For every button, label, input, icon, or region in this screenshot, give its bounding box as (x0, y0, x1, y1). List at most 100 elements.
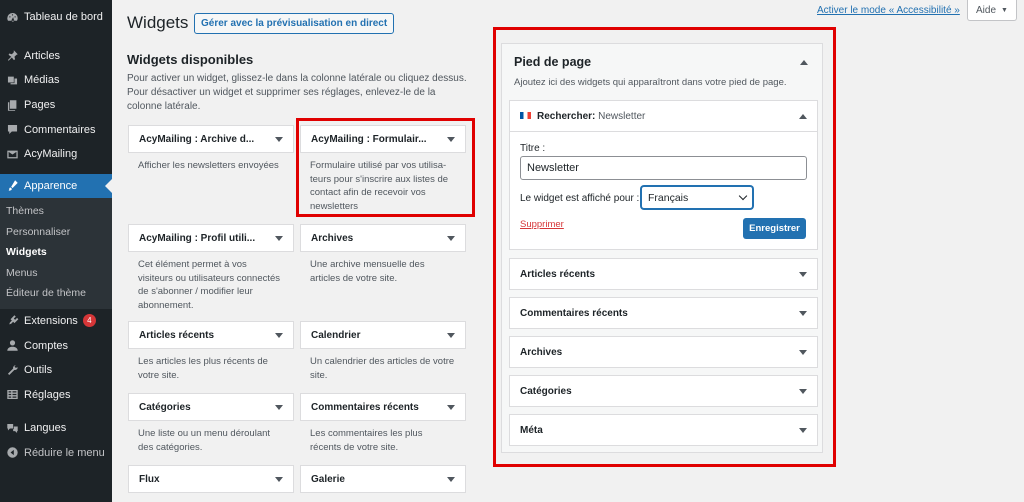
submenu-item-themes[interactable]: Thèmes (0, 201, 112, 222)
triangle-down-icon (447, 332, 455, 338)
sidebar-item-label: Outils (24, 364, 53, 377)
sidebar-item-apparence[interactable]: Apparence (0, 173, 112, 199)
widget-tile-header[interactable]: Flux (128, 465, 294, 493)
submenu-item-menus[interactable]: Menus (0, 263, 112, 284)
sidebar-item-label: Commentaires (24, 123, 96, 136)
pages-icon (5, 98, 19, 112)
widget-name: AcyMailing : Profil utili... (139, 232, 256, 244)
sidebar-item-label: Médias (24, 74, 60, 87)
sidebar-item-acymailing[interactable]: AcyMailing (0, 142, 112, 167)
dashboard-icon (5, 10, 19, 24)
wrench-icon (5, 363, 19, 377)
widget-description: Les articles les plus récents de votre s… (138, 356, 268, 381)
widget-description: Une liste ou un menu déroulant des catég… (138, 428, 271, 453)
triangle-down-icon (447, 476, 455, 482)
caret-down-icon: ▼ (1001, 6, 1008, 14)
sidebar-item-extensions[interactable]: Extensions 4 (0, 309, 112, 334)
available-widgets-title: Widgets disponibles (127, 52, 254, 67)
acymailing-icon (5, 147, 19, 161)
media-icon (5, 73, 19, 87)
widget-tile[interactable]: Galerie (300, 465, 466, 493)
sidebar-item-commentaires[interactable]: Commentaires (0, 117, 112, 142)
sidebar-item-label: Pages (24, 99, 56, 112)
widget-name: Archives (311, 232, 354, 244)
comment-icon (5, 123, 19, 137)
sidebar-item-label: Extensions (24, 314, 78, 327)
widget-tile[interactable]: Catégories Une liste ou un menu déroulan… (128, 393, 294, 454)
sidebar-item-dashboard[interactable]: Tableau de bord (0, 5, 112, 30)
page-title: Widgets (127, 13, 189, 32)
widget-tile[interactable]: Archives Une archive mensuelle des artic… (300, 224, 466, 285)
sidebar-item-label: Réduire le menu (24, 446, 105, 459)
widget-tile[interactable]: Calendrier Un calendrier des articles de… (300, 321, 466, 382)
widget-tile-header[interactable]: Catégories (128, 393, 294, 421)
plugin-icon (5, 314, 19, 328)
brush-icon (5, 179, 19, 193)
sidebar-item-label: Langues (24, 422, 67, 435)
widget-tile-header[interactable]: Calendrier (300, 321, 466, 349)
triangle-down-icon (275, 404, 283, 410)
widget-name: Catégories (139, 401, 191, 413)
sidebar-item-label: Réglages (24, 388, 71, 401)
sidebar-item-label: Articles (24, 49, 61, 62)
accessibility-mode-link[interactable]: Activer le mode « Accessibilité » (817, 5, 960, 16)
submenu-item-personnaliser[interactable]: Personnaliser (0, 222, 112, 243)
sidebar-item-outils[interactable]: Outils (0, 358, 112, 383)
widget-tile-header[interactable]: Articles récents (128, 321, 294, 349)
triangle-down-icon (447, 235, 455, 241)
help-label: Aide (976, 4, 997, 16)
widget-name: AcyMailing : Archive d... (139, 133, 255, 145)
sidebar-item-articles[interactable]: Articles (0, 44, 112, 69)
triangle-down-icon (275, 332, 283, 338)
submenu-item-widgets[interactable]: Widgets (0, 242, 112, 263)
collapse-icon (5, 446, 19, 460)
pin-icon (5, 49, 19, 63)
triangle-down-icon (275, 476, 283, 482)
widget-name: Commentaires récents (311, 401, 419, 413)
sidebar-item-pages[interactable]: Pages (0, 93, 112, 118)
sidebar-item-label: Apparence (24, 179, 78, 192)
admin-sidebar: Tableau de bord Articles Médias Pages Co… (0, 0, 112, 502)
widget-tile[interactable]: AcyMailing : Archive d... Afficher les n… (128, 125, 294, 173)
submenu-item-theme-editor[interactable]: Éditeur de thème (0, 283, 112, 304)
triangle-down-icon (275, 136, 283, 142)
triangle-down-icon (447, 404, 455, 410)
widget-tile-header[interactable]: Archives (300, 224, 466, 252)
widget-name: Articles récents (139, 329, 215, 341)
widget-description: Afficher les newsletters envoyées (138, 160, 279, 171)
sidebar-item-comptes[interactable]: Comptes (0, 333, 112, 358)
live-preview-button[interactable]: Gérer avec la prévisualisation en direct (194, 13, 395, 34)
widget-tile[interactable]: AcyMailing : Profil utili... Cet élément… (128, 224, 294, 312)
triangle-down-icon (275, 235, 283, 241)
help-tab-button[interactable]: Aide ▼ (967, 0, 1017, 21)
widget-tile[interactable]: Articles récents Les articles les plus r… (128, 321, 294, 382)
sidebar-item-medias[interactable]: Médias (0, 68, 112, 93)
update-count-badge: 4 (82, 314, 96, 328)
widget-tile-header[interactable]: AcyMailing : Profil utili... (128, 224, 294, 252)
sidebar-item-langues[interactable]: Langues (0, 416, 112, 441)
widget-tile[interactable]: Flux (128, 465, 294, 493)
widget-name: Galerie (311, 473, 345, 485)
user-icon (5, 339, 19, 353)
widget-description: Cet élément permet à vos visiteurs ou ut… (138, 259, 281, 311)
sidebar-item-reglages[interactable]: Réglages (0, 382, 112, 407)
sidebar-item-label: Comptes (24, 339, 69, 352)
active-indicator (105, 178, 112, 193)
widget-name: Flux (139, 473, 160, 485)
settings-icon (5, 388, 19, 402)
appearance-submenu: Thèmes Personnaliser Widgets Menus Édite… (0, 198, 112, 309)
widget-description: Une archive mensuelle des articles de vo… (310, 259, 425, 284)
sidebar-item-label: Tableau de bord (24, 11, 103, 24)
widget-tile-header[interactable]: Commentaires récents (300, 393, 466, 421)
widget-tile-header[interactable]: Galerie (300, 465, 466, 493)
widget-tile-header[interactable]: AcyMailing : Archive d... (128, 125, 294, 153)
widget-description: Les commentaires les plus récents de vot… (310, 428, 423, 453)
language-icon (5, 421, 19, 435)
widget-description: Un calendrier des articles de votre site… (310, 356, 455, 381)
highlight-box (493, 27, 836, 467)
sidebar-collapse-menu[interactable]: Réduire le menu (0, 441, 112, 466)
available-widgets-description: Pour activer un widget, glissez-le dans … (127, 73, 467, 112)
widget-tile[interactable]: Commentaires récents Les commentaires le… (300, 393, 466, 454)
widget-name: Calendrier (311, 329, 361, 341)
highlight-box (296, 118, 475, 217)
